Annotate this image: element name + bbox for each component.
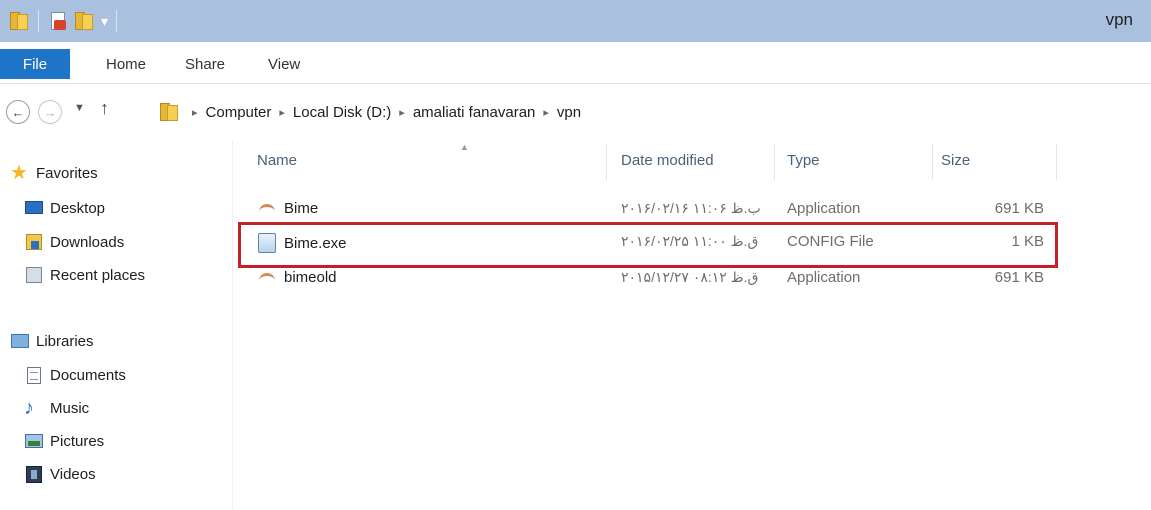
- column-divider[interactable]: [774, 144, 775, 180]
- documents-icon: [24, 366, 44, 384]
- pictures-icon: [24, 432, 44, 450]
- nav-favorites[interactable]: ★ Favorites: [10, 160, 98, 186]
- nav-item-label: Videos: [50, 465, 96, 483]
- nav-item-label: Pictures: [50, 432, 105, 450]
- address-bar[interactable]: ▸ Computer ▸ Local Disk (D:) ▸ amaliati …: [158, 98, 1148, 126]
- sort-ascending-icon: ▲: [460, 142, 469, 152]
- file-row-bime[interactable]: Bime ۲۰۱۶/۰۲/۱۶ ب.ظ ۱۱:۰۶ Application 69…: [238, 195, 1058, 225]
- toolbar-divider: [116, 10, 118, 32]
- nav-item-music[interactable]: ♪ Music: [24, 395, 89, 421]
- properties-icon[interactable]: [47, 10, 69, 32]
- nav-item-label: Desktop: [50, 199, 106, 217]
- nav-item-label: Libraries: [36, 332, 94, 350]
- nav-libraries[interactable]: Libraries: [10, 328, 94, 354]
- file-date: ۲۰۱۶/۰۲/۱۶ ب.ظ ۱۱:۰۶: [621, 200, 761, 216]
- breadcrumb-separator[interactable]: ▸: [399, 106, 405, 119]
- file-row-bimeold[interactable]: bimeold ۲۰۱۵/۱۲/۲۷ ق.ظ ۰۸:۱۲ Application…: [238, 264, 1058, 294]
- nav-item-label: Recent places: [50, 266, 146, 284]
- file-size: 691 KB: [994, 200, 1044, 217]
- navigation-pane: ★ Favorites Desktop Downloads Recent pla…: [0, 150, 230, 510]
- file-list: ▲ Name Date modified Type Size Bime ۲۰۱۶…: [238, 140, 1151, 510]
- column-divider[interactable]: [1056, 144, 1057, 180]
- breadcrumb-local-disk[interactable]: Local Disk (D:): [293, 104, 391, 121]
- libraries-icon: [10, 332, 30, 350]
- forward-button[interactable]: →: [38, 100, 62, 124]
- tab-share[interactable]: Share: [185, 56, 225, 73]
- folder-icon: [158, 101, 180, 123]
- file-name: bimeold: [284, 269, 337, 286]
- tab-view[interactable]: View: [268, 56, 300, 73]
- recent-places-icon: [24, 266, 44, 284]
- desktop-icon: [24, 199, 44, 217]
- file-size: 691 KB: [994, 269, 1044, 286]
- downloads-icon: [24, 233, 44, 251]
- quick-access-toolbar: ▾: [8, 8, 121, 34]
- application-icon: [258, 202, 278, 216]
- column-divider[interactable]: [932, 144, 933, 180]
- title-bar: ▾ vpn: [0, 0, 1151, 42]
- pane-divider[interactable]: [232, 140, 233, 510]
- nav-item-videos[interactable]: Videos: [24, 461, 96, 487]
- music-icon: ♪: [24, 397, 34, 419]
- highlight-annotation-box: [238, 222, 1058, 268]
- breadcrumb-vpn[interactable]: vpn: [557, 104, 581, 121]
- file-date: ۲۰۱۵/۱۲/۲۷ ق.ظ ۰۸:۱۲: [621, 269, 759, 285]
- file-name-cell: bimeold: [258, 269, 337, 286]
- breadcrumb-separator[interactable]: ▸: [192, 106, 198, 119]
- column-header-type[interactable]: Type: [787, 152, 820, 169]
- column-header-size[interactable]: Size: [941, 152, 970, 169]
- nav-item-label: Downloads: [50, 233, 125, 251]
- nav-item-downloads[interactable]: Downloads: [24, 229, 124, 255]
- recent-locations-dropdown-icon[interactable]: ▼: [74, 102, 85, 114]
- nav-item-label: Music: [50, 399, 90, 417]
- column-divider[interactable]: [606, 144, 607, 180]
- videos-icon: [24, 465, 44, 483]
- ribbon-tabs: File Home Share View: [0, 42, 1151, 84]
- tab-file[interactable]: File: [0, 49, 70, 79]
- file-type: Application: [787, 200, 861, 217]
- breadcrumb-separator[interactable]: ▸: [543, 106, 549, 119]
- file-name-cell: Bime: [258, 200, 318, 217]
- nav-item-recent-places[interactable]: Recent places: [24, 262, 145, 288]
- folder-icon[interactable]: [8, 10, 30, 32]
- up-arrow-icon[interactable]: ↑: [100, 98, 109, 119]
- column-header-name[interactable]: Name: [257, 152, 297, 169]
- file-type: Application: [787, 269, 861, 286]
- nav-item-pictures[interactable]: Pictures: [24, 428, 104, 454]
- window-title: vpn: [1105, 10, 1133, 29]
- nav-item-label: Favorites: [36, 164, 98, 182]
- customize-toolbar-dropdown-icon[interactable]: ▾: [101, 13, 108, 30]
- tab-home[interactable]: Home: [106, 56, 146, 73]
- new-folder-icon[interactable]: [73, 10, 95, 32]
- toolbar-divider: [38, 10, 39, 32]
- star-icon: ★: [10, 162, 28, 184]
- nav-item-desktop[interactable]: Desktop: [24, 195, 105, 221]
- application-icon: [258, 271, 278, 285]
- back-button[interactable]: ←: [6, 100, 30, 124]
- file-name: Bime: [284, 200, 319, 217]
- navigation-bar: ← → ▼ ↑ ▸ Computer ▸ Local Disk (D:) ▸ a…: [0, 92, 1151, 132]
- nav-item-documents[interactable]: Documents: [24, 362, 126, 388]
- breadcrumb-amaliati-fanavaran[interactable]: amaliati fanavaran: [413, 104, 536, 121]
- breadcrumb-separator[interactable]: ▸: [279, 106, 285, 119]
- column-header-date-modified[interactable]: Date modified: [621, 152, 714, 169]
- breadcrumb-computer[interactable]: Computer: [206, 104, 272, 121]
- nav-item-label: Documents: [50, 366, 126, 384]
